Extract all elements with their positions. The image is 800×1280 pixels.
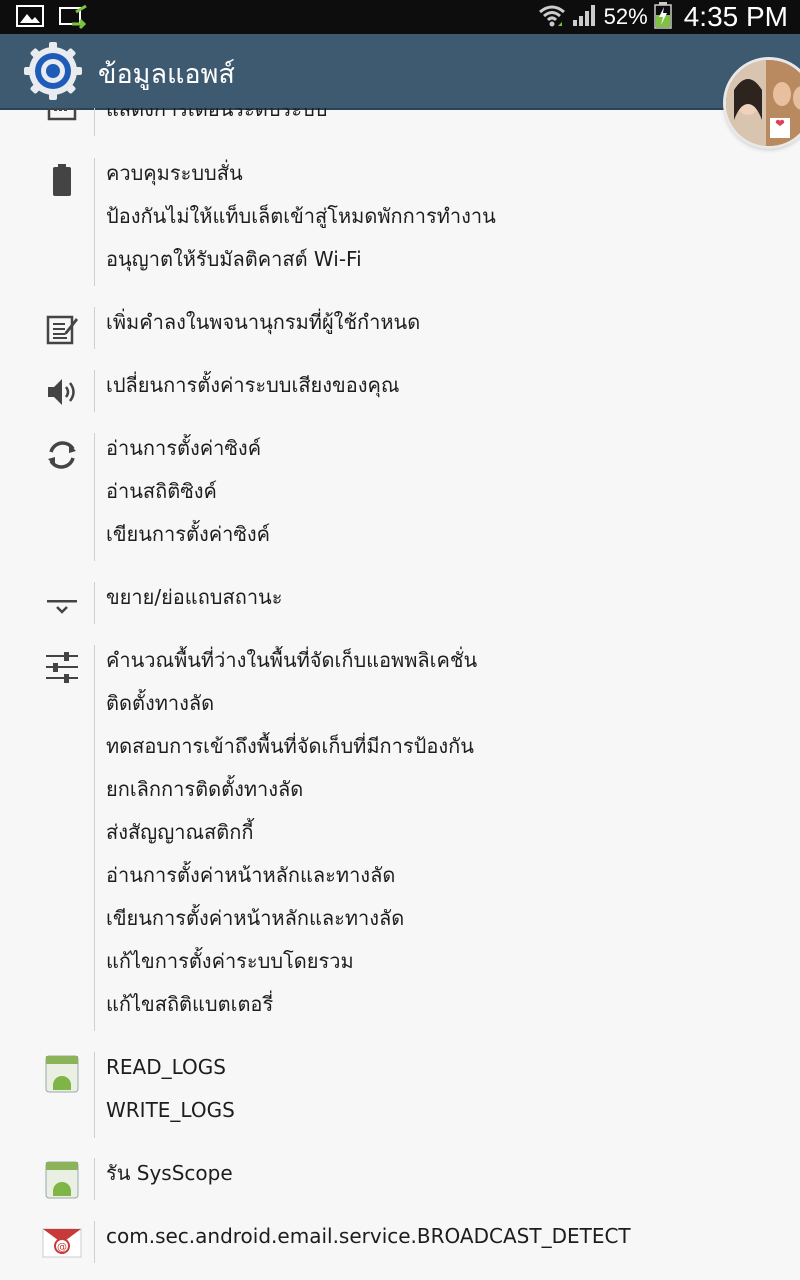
permission-group: @ com.sec.android.email.service.BROADCAS… [0, 1221, 800, 1265]
edit-note-icon [40, 307, 84, 351]
volume-icon [40, 370, 84, 414]
permission-item: เขียนการตั้งค่าซิงค์ [106, 522, 271, 546]
permission-item: เปลี่ยนการตั้งค่าระบบเสียงของคุณ [106, 373, 400, 397]
permission-item: อ่านการตั้งค่าหน้าหลักและทางลัด [106, 863, 396, 887]
permission-group: ควบคุมระบบสั่น ป้องกันไม่ให้แท็บเล็ตเข้า… [0, 158, 800, 288]
permission-group: เปลี่ยนการตั้งค่าระบบเสียงของคุณ [0, 370, 800, 414]
action-bar: ข้อมูลแอพส์ [0, 34, 800, 110]
notification-icon [40, 108, 84, 130]
permission-item: ยกเลิกการติดตั้งทางลัด [106, 777, 304, 801]
permission-item: com.sec.android.email.service.BROADCAST_… [106, 1224, 631, 1248]
permission-item: เพิ่มคำลงในพจนานุกรมที่ผู้ใช้กำหนด [106, 310, 421, 334]
gallery-icon [16, 4, 44, 34]
settings-gear-icon[interactable] [22, 40, 84, 102]
permissions-list[interactable]: แสดงการเตือนระดับระบบ ควบคุมระบบสั่น ป้อ… [0, 108, 800, 1280]
permission-group: แสดงการเตือนระดับระบบ [0, 108, 800, 138]
permission-group: READ_LOGS WRITE_LOGS [0, 1052, 800, 1140]
permission-item: รัน SysScope [106, 1161, 233, 1185]
permission-item: ทดสอบการเข้าถึงพื้นที่จัดเก็บที่มีการป้อ… [106, 734, 474, 758]
status-bar-expand-icon [40, 582, 84, 626]
permission-group: ขยาย/ย่อแถบสถานะ [0, 582, 800, 626]
permission-item: แก้ไขการตั้งค่าระบบโดยรวม [106, 949, 354, 973]
svg-text:@: @ [57, 1242, 67, 1253]
status-bar: 52% 4:35 PM [0, 0, 800, 34]
permission-item: ส่งสัญญาณสติกกี้ [106, 820, 254, 844]
permission-item: ป้องกันไม่ให้แท็บเล็ตเข้าสู่โหมดพักการทำ… [106, 204, 496, 228]
wifi-icon [538, 2, 566, 33]
page-title: ข้อมูลแอพส์ [98, 59, 235, 90]
permission-item: คำนวณพื้นที่ว่างในพื้นที่จัดเก็บแอพพลิเค… [106, 648, 478, 672]
sync-icon [58, 4, 88, 34]
permission-group: เพิ่มคำลงในพจนานุกรมที่ผู้ใช้กำหนด [0, 307, 800, 351]
permission-item: ติดตั้งทางลัด [106, 691, 215, 715]
permission-item: เขียนการตั้งค่าหน้าหลักและทางลัด [106, 906, 405, 930]
battery-icon [40, 158, 84, 202]
email-icon: @ [40, 1221, 84, 1265]
permission-item: ขยาย/ย่อแถบสถานะ [106, 585, 283, 609]
battery-percent: 52% [603, 4, 648, 29]
permission-item: แสดงการเตือนระดับระบบ [106, 108, 328, 121]
permission-item: อ่านการตั้งค่าซิงค์ [106, 436, 262, 460]
sync-icon [40, 433, 84, 477]
permission-group: อ่านการตั้งค่าซิงค์ อ่านสถิติซิงค์ เขียน… [0, 433, 800, 563]
permission-item: WRITE_LOGS [106, 1098, 235, 1122]
android-app-icon [40, 1052, 84, 1096]
permission-item: อนุญาตให้รับมัลติคาสต์ Wi-Fi [106, 247, 362, 271]
permission-item: อ่านสถิติซิงค์ [106, 479, 217, 503]
android-app-icon [40, 1158, 84, 1202]
sliders-icon [40, 645, 84, 689]
permission-item: ควบคุมระบบสั่น [106, 161, 243, 185]
permission-item: READ_LOGS [106, 1055, 226, 1079]
permission-item: แก้ไขสถิติแบตเตอรี่ [106, 992, 274, 1016]
signal-icon [572, 3, 598, 32]
permission-group: คำนวณพื้นที่ว่างในพื้นที่จัดเก็บแอพพลิเค… [0, 645, 800, 1033]
permission-group: รัน SysScope [0, 1158, 800, 1202]
battery-charging-icon [653, 1, 672, 34]
clock: 4:35 PM [683, 1, 788, 32]
